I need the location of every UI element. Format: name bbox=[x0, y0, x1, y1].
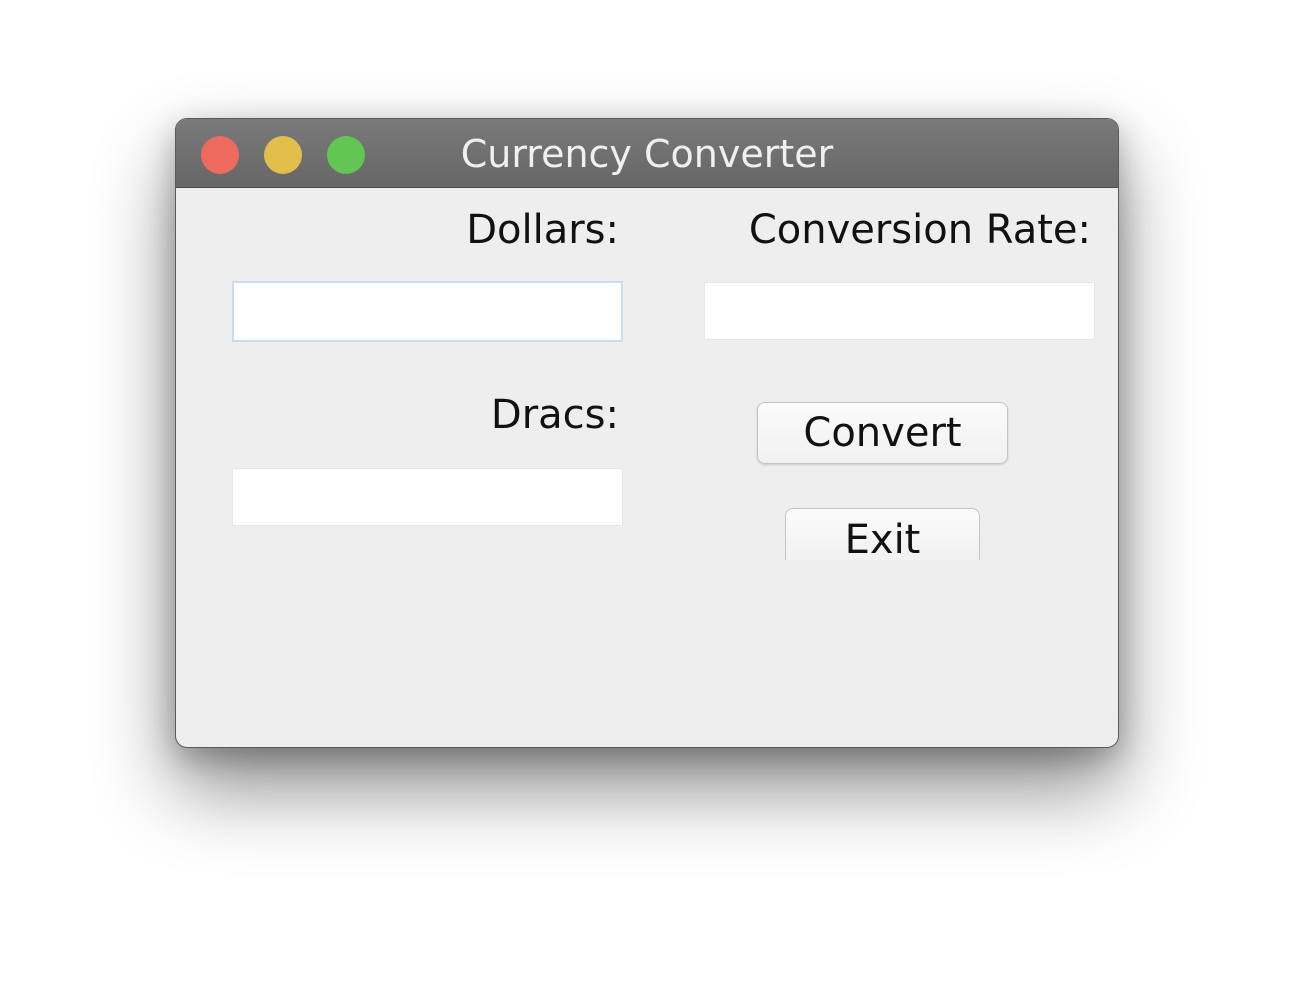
conversion-rate-label: Conversion Rate: bbox=[748, 207, 1091, 253]
dollars-input[interactable] bbox=[232, 281, 623, 342]
app-window: Currency Converter Dollars: Conversion R… bbox=[175, 118, 1119, 748]
title-bar[interactable]: Currency Converter bbox=[176, 119, 1118, 188]
window-title: Currency Converter bbox=[460, 132, 834, 176]
dracs-label: Dracs: bbox=[490, 392, 619, 438]
dracs-input[interactable] bbox=[232, 468, 623, 526]
convert-button[interactable]: Convert bbox=[757, 402, 1008, 464]
dollars-label: Dollars: bbox=[466, 207, 619, 253]
exit-button[interactable]: Exit bbox=[785, 508, 980, 560]
conversion-rate-input[interactable] bbox=[704, 282, 1095, 340]
